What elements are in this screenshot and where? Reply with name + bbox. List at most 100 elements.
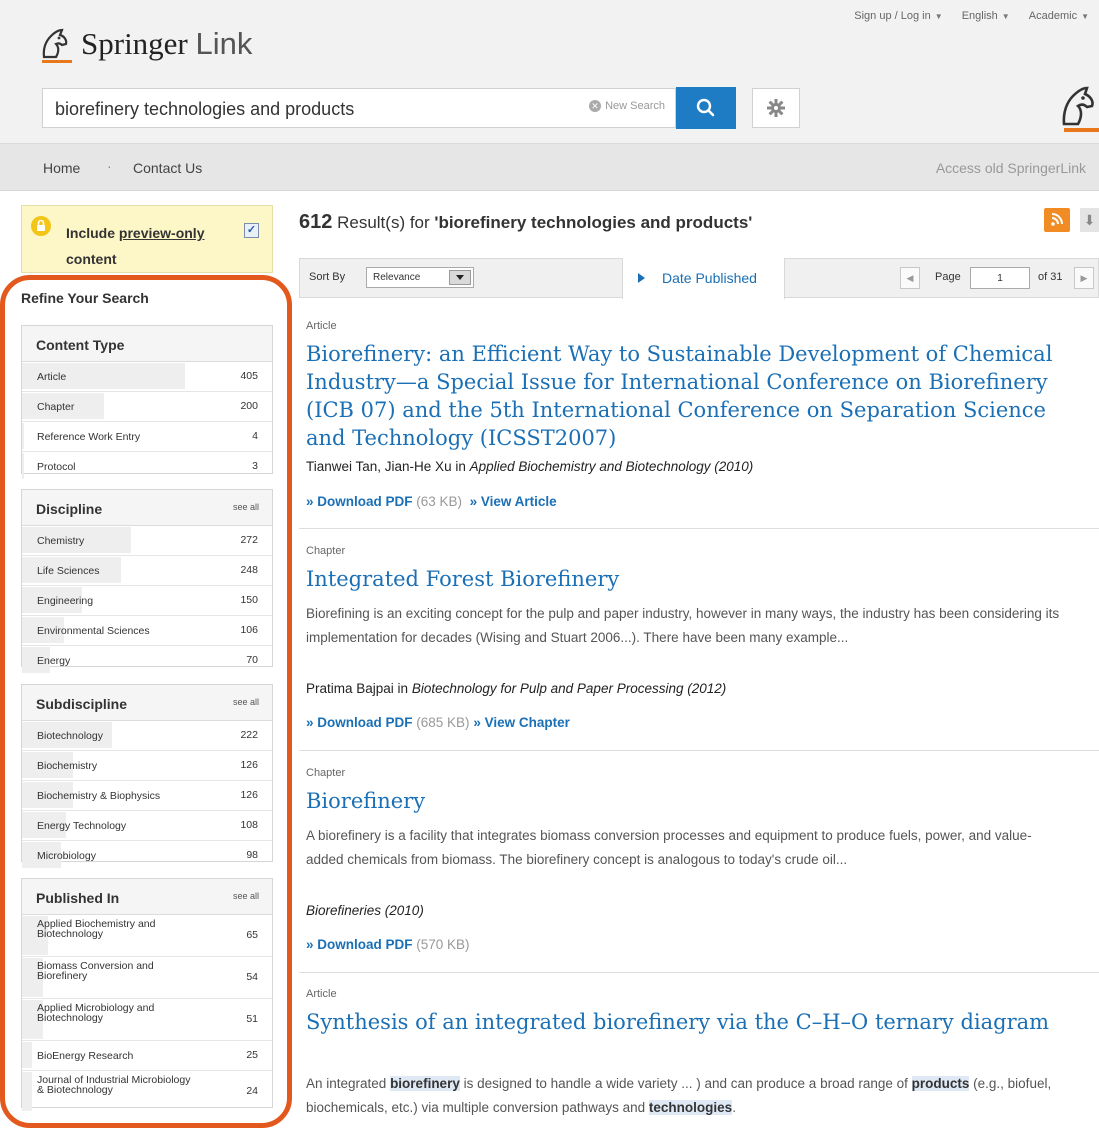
facet-label: Applied Microbiology and Biotechnology [37,1002,155,1024]
language-menu[interactable]: English ▼ [954,10,1010,22]
login-link[interactable]: Sign up / Log in ▼ [846,10,942,22]
rss-icon[interactable] [1044,208,1070,232]
site-header: Springer Link Sign up / Log in ▼ English ▼… [0,0,1099,143]
facet-label: Biochemistry & Biophysics [37,790,161,802]
facet-item-engineering[interactable]: Engineering 150 [22,586,272,616]
facet-count: 65 [246,929,258,941]
result-item: Article Synthesis of an integrated biore… [299,988,1099,1128]
chevron-down-icon [449,270,471,285]
facet-item-chemistry[interactable]: Chemistry 272 [22,526,272,556]
facet-item-biochemistry[interactable]: Biochemistry 126 [22,751,272,781]
facet-label: Chemistry [37,535,85,547]
facet-item-energy-technology[interactable]: Energy Technology 108 [22,811,272,841]
facet-label: Engineering [37,595,94,607]
search-button[interactable] [676,87,736,129]
facet-label: Protocol [37,461,76,473]
facet-count: 126 [240,759,258,771]
facet-item-reference-work-entry[interactable]: Reference Work Entry 4 [22,422,272,452]
see-all-link[interactable]: see all [233,697,259,707]
new-search-button[interactable]: ✕ New Search [589,100,665,112]
result-snippet: A biorefinery is a facility that integra… [306,828,1032,867]
facet-header: Published In see all [22,879,272,915]
result-links: » Download PDF (63 KB) » View Article [306,494,557,509]
facet-item-biotechnology[interactable]: Biotechnology 222 [22,721,272,751]
facet-item-energy[interactable]: Energy 70 [22,646,272,675]
facet-item-article[interactable]: Article 405 [22,362,272,392]
springerlink-logo[interactable]: Springer Link [34,24,274,70]
see-all-link[interactable]: see all [233,891,259,901]
search-input[interactable] [53,96,557,122]
facet-item-environmental-sciences[interactable]: Environmental Sciences 106 [22,616,272,646]
sort-select[interactable]: Relevance [366,267,474,288]
facet-item-protocol[interactable]: Protocol 3 [22,452,272,481]
facet-item-journal-industrial-microbiology[interactable]: Journal of Industrial Microbiology & Bio… [22,1071,272,1112]
facet-count: 4 [252,430,258,442]
result-item: Article Biorefinery: an Efficient Way to… [299,318,1099,528]
search-icon [696,98,715,117]
facet-published-in: Published In see all Applied Biochemistr… [21,878,273,1111]
brand-name: Springer Link [81,26,253,61]
see-all-link[interactable]: see all [233,502,259,512]
preview-only-link[interactable]: preview-only [119,225,205,241]
facet-item-life-sciences[interactable]: Life Sciences 248 [22,556,272,586]
facet-label: Chapter [37,401,75,413]
result-title[interactable]: Biorefinery: an Efficient Way to Sustain… [306,340,1066,452]
facet-label: Microbiology [37,850,96,862]
result-title[interactable]: Biorefinery [306,787,1066,815]
view-article-link[interactable]: » View Article [470,494,557,509]
facet-item-applied-microbiology[interactable]: Applied Microbiology and Biotechnology 51 [22,999,272,1041]
facet-bar [22,423,24,449]
download-pdf-link[interactable]: » Download PDF [306,715,413,730]
facet-title: Subdiscipline [36,696,128,712]
facet-title: Published In [36,890,120,906]
result-title[interactable]: Synthesis of an integrated biorefinery v… [306,1008,1066,1036]
facet-header: Discipline see all [22,490,272,526]
top-links: Sign up / Log in ▼ English ▼ Academic ▼ [838,10,1089,22]
download-icon[interactable]: ⬇ [1080,208,1099,232]
facet-header: Subdiscipline see all [22,685,272,721]
result-links: » Download PDF (685 KB) » View Chapter [306,715,570,730]
refine-title: Refine Your Search [21,290,149,306]
date-published-tab[interactable]: Date Published [622,258,785,299]
facet-count: 272 [240,534,258,546]
result-snippet: Biorefining is an exciting concept for t… [306,606,1060,645]
facet-subdiscipline: Subdiscipline see all Biotechnology 222 B… [21,684,273,868]
download-pdf-link[interactable]: » Download PDF [306,937,413,952]
view-chapter-link[interactable]: » View Chapter [473,715,570,730]
facet-item-biomass-conversion[interactable]: Biomass Conversion and Biorefinery 54 [22,957,272,999]
access-old-springerlink[interactable]: Access old SpringerLink [936,160,1086,176]
facet-title: Content Type [36,337,125,353]
page-input[interactable] [970,267,1030,289]
settings-button[interactable] [752,88,800,128]
facet-count: 98 [246,849,258,861]
nav-separator: · [107,158,112,174]
search-term-highlight: biorefinery [390,1076,460,1091]
nav-contact-us[interactable]: Contact Us [133,160,202,176]
next-page-button[interactable]: ▶ [1074,267,1094,289]
facet-bar [22,1072,32,1111]
divider [299,972,1099,973]
page-label: Page [935,271,961,283]
download-pdf-link[interactable]: » Download PDF [306,494,413,509]
preview-label: Include preview-only content [66,225,205,267]
facet-item-bioenergy-research[interactable]: BioEnergy Research 25 [22,1041,272,1071]
facet-count: 24 [246,1085,258,1097]
result-meta: Biorefineries (2010) [306,903,424,918]
result-title[interactable]: Integrated Forest Biorefinery [306,565,1066,593]
result-type: Article [306,320,337,332]
facet-item-applied-biochemistry[interactable]: Applied Biochemistry and Biotechnology 65 [22,915,272,957]
search-term-highlight: technologies [648,1100,733,1115]
facet-count: 106 [240,624,258,636]
academic-menu[interactable]: Academic ▼ [1021,10,1089,22]
preview-checkbox[interactable]: ✓ [244,223,259,238]
facet-item-chapter[interactable]: Chapter 200 [22,392,272,422]
prev-page-button[interactable]: ◀ [900,267,920,289]
facet-item-microbiology[interactable]: Microbiology 98 [22,841,272,870]
chevron-down-icon: ▼ [1001,12,1010,21]
search-term-highlight: products [911,1076,970,1091]
facet-bar [22,1042,32,1068]
facet-label: Environmental Sciences [37,625,150,637]
nav-home[interactable]: Home [43,160,80,176]
facet-item-biochemistry-biophysics[interactable]: Biochemistry & Biophysics 126 [22,781,272,811]
chevron-down-icon: ▼ [1081,12,1089,21]
